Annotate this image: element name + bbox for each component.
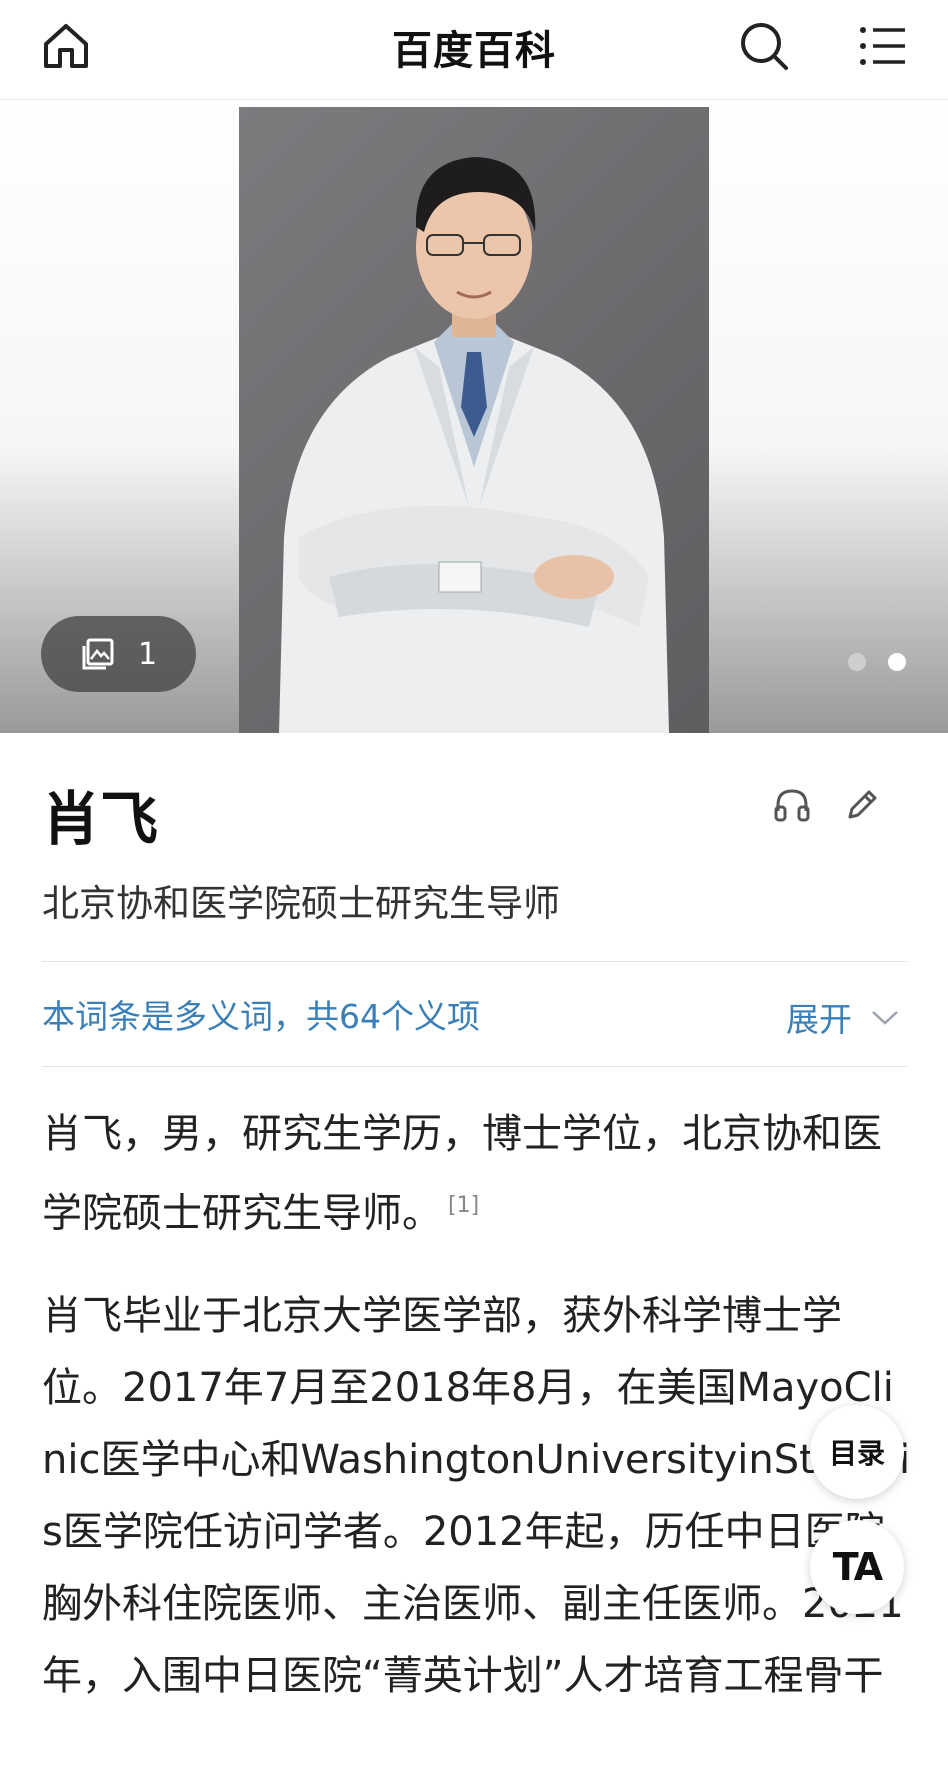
gallery-count: 1 [137,636,158,672]
expand-button[interactable]: 展开 [786,993,900,1041]
hero-gallery[interactable]: 1 [0,100,948,733]
gallery-count-badge[interactable]: 1 [41,616,196,692]
menu-button[interactable] [855,18,911,74]
entry-title: 肖飞 [42,785,159,853]
carousel-dots [848,653,906,671]
app-title: 百度百科 [392,28,556,74]
reference-link[interactable]: [1] [448,1193,479,1218]
carousel-dot[interactable] [848,653,866,671]
portrait-photo[interactable] [239,107,709,733]
search-button[interactable] [736,18,792,74]
top-bar: 百度百科 [0,0,948,100]
carousel-dot-active[interactable] [888,653,906,671]
menu-icon [860,27,905,65]
polysemy-notice[interactable]: 本词条是多义词，共64个义项 [42,990,480,1038]
expand-label: 展开 [786,1000,852,1039]
entry-subtitle: 北京协和医学院硕士研究生导师 [42,882,560,925]
divider [42,1066,907,1067]
search-icon [741,23,788,70]
toc-button[interactable]: 目录 [810,1405,904,1499]
gallery-icon [82,638,114,670]
entry-actions [772,785,882,825]
pencil-icon[interactable] [842,785,882,825]
doctor-portrait-illustration [279,157,669,733]
bio-paragraph: 肖飞毕业于北京大学医学部，获外科学博士学位。2017年7月至2018年8月，在美… [42,1293,911,1699]
intro-paragraph: 肖飞，男，研究生学历，博士学位，北京协和医学院硕士研究生导师。 [1] [42,1098,912,1249]
divider [42,961,907,962]
chevron-down-icon [872,1011,898,1025]
ta-button[interactable]: TA [810,1520,904,1614]
headphones-icon[interactable] [772,785,812,825]
